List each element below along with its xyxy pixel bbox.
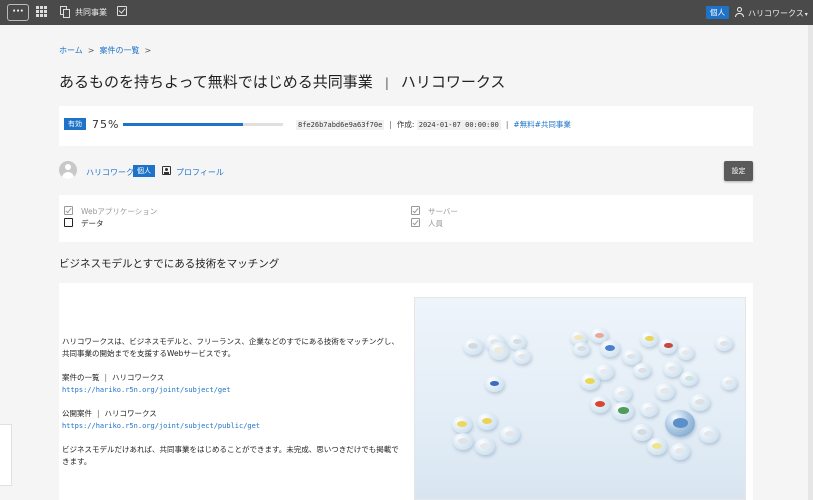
app-label[interactable]: 共同事業	[75, 7, 107, 18]
checkbox-unchecked-icon[interactable]	[64, 218, 73, 227]
marble	[670, 443, 690, 460]
user-menu[interactable]: ハリコワークス▾	[748, 8, 808, 19]
project-tags[interactable]: #無料#共同事業	[513, 120, 571, 129]
marble	[633, 363, 651, 378]
breadcrumb-separator: >	[87, 46, 95, 55]
scrollbar[interactable]	[808, 25, 813, 500]
marble	[640, 402, 658, 417]
marble	[647, 438, 667, 455]
project-hash: 8fe26b7abd6e9a63f70e	[296, 120, 385, 130]
link-owner: ハリコワークス	[112, 373, 165, 382]
marble	[721, 376, 737, 390]
created-date: 2024-01-07 00:00:00	[416, 120, 501, 130]
marble	[573, 342, 590, 356]
marble	[715, 336, 733, 351]
marble	[590, 396, 610, 413]
created-label: 作成:	[396, 120, 415, 129]
marble	[659, 338, 677, 354]
project-meta: 8fe26b7abd6e9a63f70e | 作成: 2024-01-07 00:0…	[296, 119, 571, 130]
marble	[580, 373, 600, 390]
marble	[663, 361, 682, 377]
marble	[477, 413, 497, 430]
description-card: ハリコワークスは、ビジネスモデルと、フリーランス、企業などのすでにある技術をマッ…	[59, 283, 753, 500]
page-title: あるものを持ちよって無料ではじめる共同事業 | ハリコワークス	[59, 71, 505, 92]
marble	[463, 338, 483, 355]
marble	[680, 371, 698, 386]
category-label: 人員	[428, 219, 443, 228]
side-tab[interactable]	[0, 424, 12, 486]
meta-separator: |	[389, 120, 392, 129]
link-label: 公開案件	[62, 409, 92, 418]
status-card: 有効 75% 8fe26b7abd6e9a63f70e | 作成: 2024-01-…	[59, 106, 753, 146]
link-block: 公開案件 | ハリコワークス https://hariko.r5n.org/join…	[62, 408, 402, 432]
marble	[690, 394, 710, 411]
breadcrumb-separator: >	[144, 46, 152, 55]
breadcrumb-home[interactable]: ホーム	[59, 46, 83, 55]
description-closing: ビジネスモデルだけあれば、共同事業をはじめることができます。未完成、思いつきだけ…	[62, 445, 399, 466]
subject-list-link[interactable]: https://hariko.r5n.org/joint/subject/get	[62, 386, 231, 394]
category-label: データ	[81, 219, 104, 228]
title-separator: |	[384, 76, 389, 90]
account-type-badge: 個人	[706, 6, 729, 19]
apps-grid-icon[interactable]	[36, 6, 47, 17]
top-bar: ··· 共同事業 個人 ハリコワークス▾	[0, 0, 813, 25]
link-separator: |	[104, 373, 108, 382]
marble	[612, 402, 634, 420]
marble	[613, 386, 632, 402]
marble	[489, 342, 509, 360]
owner-row: ハリコワークス 個人 プロフィール 設定	[59, 161, 753, 181]
marble	[600, 340, 620, 357]
owner-type-badge: 個人	[133, 165, 155, 177]
marble	[640, 331, 658, 347]
menu-icon[interactable]: ···	[7, 4, 29, 21]
marble	[513, 349, 531, 364]
category-label: サーバー	[428, 207, 458, 216]
link-block: 案件の一覧 | ハリコワークス https://hariko.r5n.org/joi…	[62, 372, 402, 396]
link-owner: ハリコワークス	[104, 409, 157, 418]
checkbox-checked-icon[interactable]	[411, 218, 420, 227]
marble	[508, 334, 526, 350]
description-text: ハリコワークスは、ビジネスモデルと、フリーランス、企業などのすでにある技術をマッ…	[62, 336, 402, 480]
marble	[678, 346, 694, 360]
meta-separator: |	[505, 120, 509, 129]
checkbox-checked-icon[interactable]	[411, 206, 420, 215]
user-menu-label: ハリコワークス	[748, 9, 804, 18]
link-label: 案件の一覧	[62, 373, 100, 382]
profile-link[interactable]: プロフィール	[176, 167, 224, 178]
public-subject-link[interactable]: https://hariko.r5n.org/joint/subject/pub…	[62, 422, 260, 430]
checkbox-checked-icon[interactable]	[64, 206, 73, 215]
marble	[655, 383, 675, 400]
settings-button[interactable]: 設定	[724, 161, 753, 181]
checkbox-icon[interactable]	[117, 6, 127, 16]
profile-card-icon	[162, 166, 171, 175]
link-separator: |	[97, 409, 100, 418]
category-label: Webアプリケーション	[81, 207, 158, 216]
title-owner: ハリコワークス	[400, 73, 506, 91]
section-heading: ビジネスモデルとすでにある技術をマッチング	[59, 258, 280, 270]
marble-large	[665, 410, 695, 437]
chevron-down-icon: ▾	[804, 11, 808, 18]
marble	[452, 416, 472, 433]
hero-image-marbles	[414, 297, 746, 500]
marble	[699, 426, 719, 443]
marble	[632, 424, 652, 441]
description-intro: ハリコワークスは、ビジネスモデルと、フリーランス、企業などのすでにある技術をマッ…	[62, 337, 399, 358]
progress-percent: 75%	[92, 118, 120, 131]
avatar[interactable]	[59, 161, 77, 179]
marble	[485, 376, 504, 392]
progress-bar	[123, 123, 283, 126]
copy-icon[interactable]	[60, 6, 70, 18]
user-icon[interactable]	[735, 7, 744, 18]
project-title: あるものを持ちよって無料ではじめる共同事業	[59, 73, 373, 91]
marble	[500, 426, 520, 443]
marble	[475, 438, 495, 455]
status-badge: 有効	[64, 118, 86, 130]
marble	[453, 433, 473, 450]
breadcrumb-list[interactable]: 案件の一覧	[99, 46, 139, 55]
breadcrumb: ホーム > 案件の一覧 >	[59, 45, 156, 56]
category-card: Webアプリケーション データ サーバー 人員	[59, 195, 753, 242]
progress-bar-fill	[123, 123, 243, 126]
